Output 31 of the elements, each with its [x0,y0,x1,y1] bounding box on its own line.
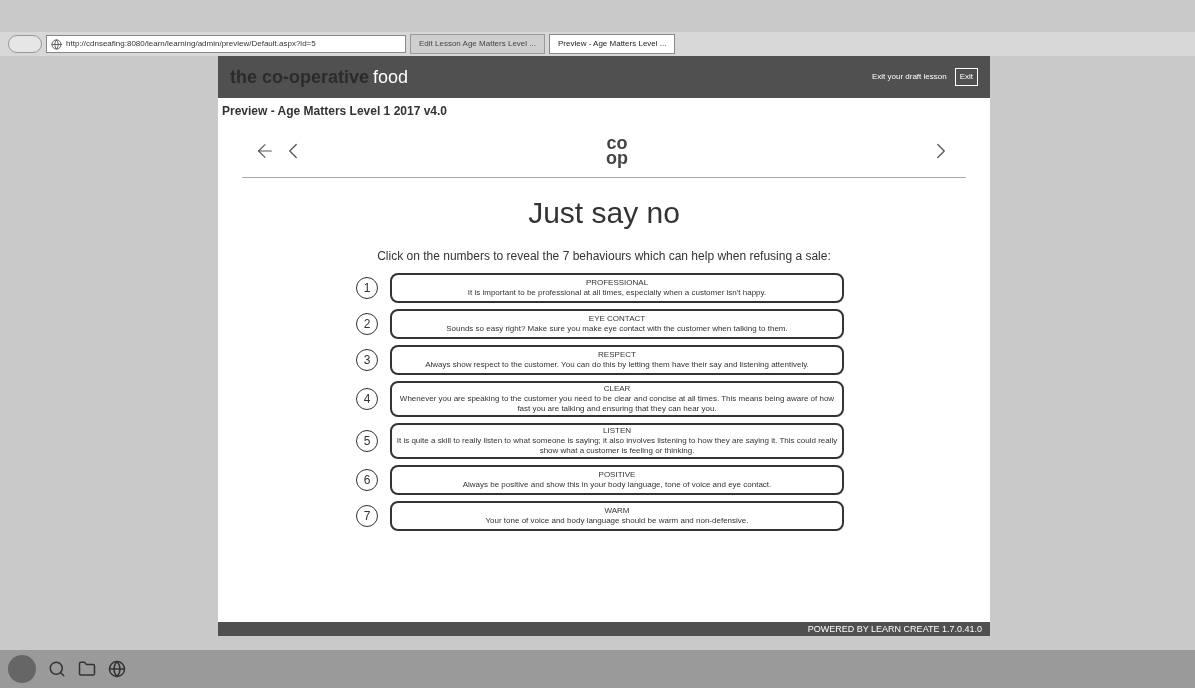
browser-tab[interactable]: Preview - Age Matters Level ... [548,34,676,54]
logo-text: co [606,136,628,151]
exit-button[interactable]: Exit [954,68,978,86]
preview-title: Preview - Age Matters Level 1 2017 v4.0 [221,103,448,120]
behaviour-text: Always be positive and show this in your body language, tone of voice and eye contact. [462,480,772,490]
behaviour-heading: EYE CONTACT [588,314,646,324]
search-icon[interactable] [48,660,66,678]
logo-suffix: food [373,65,409,89]
behaviour-text: Your tone of voice and body language should be warm and non-defensive. [485,516,749,526]
browser-tab[interactable]: Edit Lesson Age Matters Level ... [410,34,545,54]
behaviour-text: It is quite a skill to really listen to what someone is saying; it also involves listening to how they are saying it. This could really show what a customer is feeling or thinking. [396,436,838,456]
behaviour-heading: PROFESSIONAL [585,278,649,288]
behaviour-heading: LISTEN [603,426,631,436]
header-text: Exit your draft lesson [871,71,947,83]
address-text: http://cdnseafing:8080/learn/learning/admin/preview/Default.aspx?id=5 [66,38,316,50]
behaviour-heading: CLEAR [603,384,631,394]
address-bar[interactable]: http://cdnseafing:8080/learn/learning/admin/preview/Default.aspx?id=5 [46,35,406,53]
slide-title: Just say no [527,195,681,231]
behaviour-heading: WARM [604,506,630,516]
behaviour-text: Whenever you are speaking to the customer you need to be clear and concise at all times. This means being aware of how fast you are talking and ensuring that they can hear you. [398,394,836,414]
globe-icon [51,38,62,50]
footer-text: POWERED BY LEARN CREATE 1.7.0.41.0 [807,624,982,634]
behaviour-heading: POSITIVE [598,470,636,480]
globe-icon[interactable] [108,660,126,678]
start-button[interactable] [8,655,36,683]
instruction-text: Click on the numbers to reveal the 7 behaviours which can help when refusing a sale: [376,248,832,265]
behaviour-text: Sounds so easy right? Make sure you make eye contact with the customer when talking to them. [446,324,788,334]
behaviour-text: It is important to be professional at all times, especially when a customer isn't happy. [467,288,767,298]
behaviour-heading: RESPECT [598,350,636,360]
folder-icon[interactable] [78,660,96,678]
behaviour-text: Always show respect to the customer. You can do this by letting them have their say and listening attentively. [425,360,809,370]
